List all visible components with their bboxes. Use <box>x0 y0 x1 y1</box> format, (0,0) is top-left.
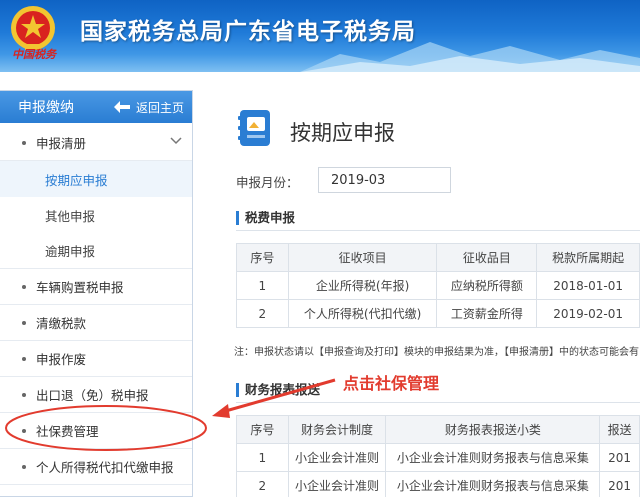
table-cell: 201 <box>599 443 640 472</box>
column-header: 征收品目 <box>436 243 538 272</box>
table-cell: 2019-02-01 <box>536 299 640 328</box>
annotation-text: 点击社保管理 <box>343 374 440 393</box>
sidebar-item-label: 清缴税款 <box>36 316 87 331</box>
column-header: 征收项目 <box>287 243 438 272</box>
back-home-label: 返回主页 <box>135 100 184 115</box>
sidebar-item-label: 社保费管理 <box>36 424 99 439</box>
emblem-caption: 中国税务 <box>12 48 56 61</box>
sidebar-subitem-periodic[interactable]: 按期应申报 <box>0 161 192 197</box>
sidebar-item-vehicle-tax[interactable]: 车辆购置税申报 <box>0 269 192 305</box>
site-title: 国家税务总局广东省电子税务局 <box>80 19 416 45</box>
back-home-link[interactable]: 返回主页 <box>113 99 184 116</box>
sidebar-item-personal-income-tax[interactable]: 个人所得税代扣代缴申报 <box>0 449 192 485</box>
table-cell: 个人所得税(代扣代缴) <box>287 299 438 328</box>
page-title: 按期应申报 <box>290 121 395 145</box>
sidebar-item-pay-tax[interactable]: 清缴税款 <box>0 305 192 341</box>
sidebar-subitem-other[interactable]: 其他申报 <box>0 197 192 233</box>
main-content: 按期应申报 申报月份： 税费申报 序号 征收项目 征收品目 税款所属期起 1 企… <box>210 90 640 497</box>
table-cell: 小企业会计准则财务报表与信息采集 <box>385 471 601 497</box>
divider <box>236 402 640 403</box>
table-row[interactable]: 1 小企业会计准则 小企业会计准则财务报表与信息采集 201 <box>236 443 640 472</box>
sidebar-item-label: 申报清册 <box>36 136 87 151</box>
table-cell: 201 <box>599 471 640 497</box>
site-header: 中国税务 国家税务总局广东省电子税务局 <box>0 0 640 72</box>
status-note: 注：申报状态请以【申报查询及打印】模块的申报结果为准，【申报清册】中的状态可能会… <box>234 347 639 358</box>
table-cell: 1 <box>236 271 289 300</box>
sidebar-item-label: 车辆购置税申报 <box>36 280 124 295</box>
sidebar-item-export-refund[interactable]: 出口退（免）税申报 <box>0 377 192 413</box>
sidebar-item-label: 出口退（免）税申报 <box>36 388 149 403</box>
period-input[interactable] <box>318 167 451 193</box>
table-row[interactable]: 1 企业所得税(年报) 应纳税所得额 2018-01-01 <box>236 271 640 300</box>
bullet-icon <box>22 140 26 145</box>
bullet-icon <box>22 356 26 361</box>
table-cell: 企业所得税(年报) <box>287 271 438 300</box>
sidebar-item-social-insurance[interactable]: 社保费管理 <box>0 413 192 449</box>
document-icon <box>238 110 270 146</box>
column-header: 财务会计制度 <box>287 415 387 444</box>
page: 中国税务 国家税务总局广东省电子税务局 申报缴纳 返回主页 申报清册 按期应申报… <box>0 0 640 497</box>
table-cell: 2 <box>236 471 289 497</box>
column-header: 报送 <box>599 415 640 444</box>
sidebar-item-label: 申报作废 <box>36 352 87 367</box>
table-cell: 2 <box>236 299 289 328</box>
table-cell: 1 <box>236 443 289 472</box>
table-header-row: 序号 财务会计制度 财务报表报送小类 报送 <box>236 415 640 444</box>
chevron-up-icon <box>170 137 182 145</box>
table-cell: 工资薪金所得 <box>436 299 538 328</box>
divider <box>236 230 640 231</box>
table-row[interactable]: 2 个人所得税(代扣代缴) 工资薪金所得 2019-02-01 <box>236 299 640 328</box>
bullet-icon <box>22 464 26 469</box>
bullet-icon <box>22 392 26 397</box>
sidebar-title: 申报缴纳 <box>18 100 74 116</box>
back-arrow-icon <box>113 101 130 113</box>
sidebar-menu: 申报清册 按期应申报 其他申报 逾期申报 车辆购置税申报 清缴税款 申报作废 出… <box>0 125 192 485</box>
sidebar-item-void-declaration[interactable]: 申报作废 <box>0 341 192 377</box>
bullet-icon <box>22 284 26 289</box>
column-header: 序号 <box>236 243 289 272</box>
sidebar-subitem-overdue[interactable]: 逾期申报 <box>0 233 192 269</box>
finance-table: 序号 财务会计制度 财务报表报送小类 报送 1 小企业会计准则 小企业会计准则财… <box>236 415 640 497</box>
sidebar-item-declaration-list[interactable]: 申报清册 <box>0 125 192 161</box>
table-row[interactable]: 2 小企业会计准则 小企业会计准则财务报表与信息采集 201 <box>236 471 640 497</box>
tax-table: 序号 征收项目 征收品目 税款所属期起 1 企业所得税(年报) 应纳税所得额 2… <box>236 243 640 328</box>
table-cell: 应纳税所得额 <box>436 271 538 300</box>
bullet-icon <box>22 320 26 325</box>
table-cell: 2018-01-01 <box>536 271 640 300</box>
bullet-icon <box>22 428 26 433</box>
tax-section-title: 税费申报 <box>236 211 295 225</box>
table-cell: 小企业会计准则财务报表与信息采集 <box>385 443 601 472</box>
sidebar-item-label: 个人所得税代扣代缴申报 <box>36 460 174 475</box>
table-cell: 小企业会计准则 <box>287 471 387 497</box>
column-header: 序号 <box>236 415 289 444</box>
column-header: 税款所属期起 <box>536 243 640 272</box>
finance-section-title: 财务报表报送 <box>236 383 320 397</box>
table-header-row: 序号 征收项目 征收品目 税款所属期起 <box>236 243 640 272</box>
sidebar: 申报缴纳 返回主页 申报清册 按期应申报 其他申报 逾期申报 车辆购置税申报 清… <box>0 90 193 497</box>
period-label: 申报月份： <box>236 175 299 190</box>
sidebar-header: 申报缴纳 返回主页 <box>0 91 192 123</box>
table-cell: 小企业会计准则 <box>287 443 387 472</box>
column-header: 财务报表报送小类 <box>385 415 601 444</box>
